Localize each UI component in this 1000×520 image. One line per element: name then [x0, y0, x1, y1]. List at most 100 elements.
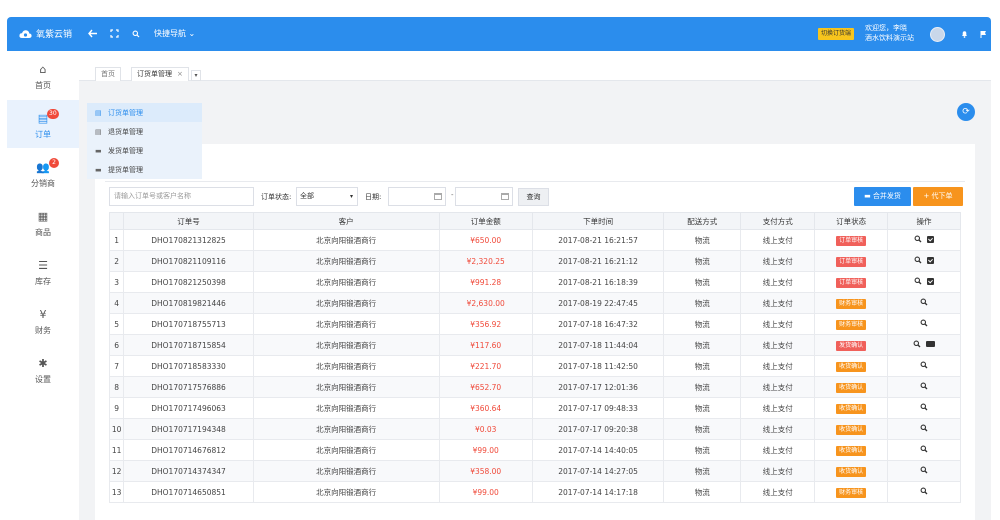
- submenu-item-return-orders[interactable]: ▤ 退货单管理: [87, 122, 202, 141]
- flag-icon[interactable]: [977, 27, 990, 40]
- fullscreen-icon[interactable]: [108, 27, 121, 40]
- quick-nav-menu[interactable]: 快捷导航 ⌄: [154, 28, 195, 39]
- cell-order-no: DHO170714650851: [123, 481, 254, 503]
- cell-delivery: 物流: [663, 271, 742, 293]
- table-row[interactable]: 2 DHO170821109116 北京向阳锻酒商行 ¥2,320.25 2017-08…: [109, 250, 961, 272]
- cell-order-no: DHO170819821446: [123, 292, 254, 314]
- refresh-icon[interactable]: ⟳: [957, 103, 975, 121]
- query-button[interactable]: 查询: [518, 188, 549, 206]
- proxy-order-button[interactable]: + 代下单: [913, 187, 963, 206]
- cell-order-no: DHO170714676812: [123, 439, 254, 461]
- cell-order-time: 2017-07-18 11:42:50: [531, 355, 665, 377]
- tab-dropdown-button[interactable]: ▾: [191, 70, 201, 81]
- tab-home[interactable]: 首页: [95, 67, 121, 81]
- sidebar-item-inventory[interactable]: ☰ 库存: [7, 247, 79, 295]
- back-arrow-icon[interactable]: [86, 27, 99, 40]
- table-row[interactable]: 7 DHO170718583330 北京向阳锻酒商行 ¥221.70 2017-07-1…: [109, 355, 961, 377]
- order-icon: ▤: [37, 112, 49, 125]
- view-search-icon[interactable]: [920, 361, 928, 369]
- sidebar-item-settings[interactable]: ✱ 设置: [7, 345, 79, 393]
- brand-logo[interactable]: 氧紫云销: [19, 27, 72, 40]
- cell-status: 收货确认: [814, 355, 889, 377]
- sidebar-item-finance[interactable]: ¥ 财务: [7, 296, 79, 344]
- cell-amount: ¥117.60: [438, 334, 533, 356]
- status-filter-label: 订单状态:: [261, 193, 292, 201]
- table-row[interactable]: 10 DHO170717194348 北京向阳锻酒商行 ¥0.03 2017-07-17…: [109, 418, 961, 440]
- search-input[interactable]: 请输入订单号或客户名称: [109, 187, 254, 206]
- view-search-icon[interactable]: [920, 445, 928, 453]
- status-badge: 财务审核: [836, 319, 867, 330]
- view-search-icon[interactable]: [920, 487, 928, 495]
- table-row[interactable]: 3 DHO170821250398 北京向阳锻酒商行 ¥991.28 2017-08-2…: [109, 271, 961, 293]
- cell-actions: [887, 271, 961, 293]
- table-row[interactable]: 8 DHO170717576886 北京向阳锻酒商行 ¥652.70 2017-07-1…: [109, 376, 961, 398]
- close-icon[interactable]: ×: [177, 70, 183, 78]
- cell-customer: 北京向阳锻酒商行: [252, 229, 440, 251]
- cell-status: 收货确认: [814, 418, 889, 440]
- sidebar-item-goods[interactable]: ▦ 商品: [7, 198, 79, 246]
- orders-count-badge: 30: [47, 109, 59, 119]
- cell-order-time: 2017-08-19 22:47:45: [531, 292, 665, 314]
- cell-index: 10: [109, 418, 125, 440]
- start-date-input[interactable]: [388, 187, 446, 206]
- view-search-icon[interactable]: [913, 340, 921, 348]
- tab-order-management[interactable]: 订货单管理 ×: [131, 67, 189, 81]
- finance-icon: ¥: [39, 308, 47, 321]
- table-header-row: 订单号 客户 订单金额 下单时间 配送方式 支付方式 订单状态 操作: [109, 212, 961, 230]
- table-row[interactable]: 4 DHO170819821446 北京向阳锻酒商行 ¥2,630.00 2017-08…: [109, 292, 961, 314]
- status-select[interactable]: 全部 ▾: [296, 187, 358, 206]
- view-search-icon[interactable]: [920, 298, 928, 306]
- status-badge: 订单审核: [836, 277, 867, 288]
- cell-payment: 线上支付: [740, 229, 816, 251]
- view-search-icon[interactable]: [914, 256, 922, 264]
- view-search-icon[interactable]: [920, 424, 928, 432]
- table-row[interactable]: 5 DHO170718755713 北京向阳锻酒商行 ¥356.92 2017-07-1…: [109, 313, 961, 335]
- merge-ship-button[interactable]: ▬ 合并发货: [854, 187, 911, 206]
- view-search-icon[interactable]: [920, 466, 928, 474]
- cell-delivery: 物流: [663, 229, 742, 251]
- cell-payment: 线上支付: [740, 460, 816, 482]
- bell-icon[interactable]: [958, 27, 971, 40]
- table-row[interactable]: 9 DHO170717496063 北京向阳锻酒商行 ¥360.64 2017-07-1…: [109, 397, 961, 419]
- status-select-value: 全部: [300, 192, 314, 200]
- view-search-icon[interactable]: [920, 319, 928, 327]
- end-date-input[interactable]: [455, 187, 513, 206]
- cell-order-time: 2017-07-14 14:27:05: [531, 460, 665, 482]
- cell-index: 1: [109, 229, 125, 251]
- view-search-icon[interactable]: [920, 403, 928, 411]
- cell-customer: 北京向阳锻酒商行: [252, 292, 440, 314]
- ship-truck-icon[interactable]: [926, 341, 936, 347]
- cell-actions: [887, 292, 961, 314]
- cell-index: 13: [109, 481, 125, 503]
- cell-index: 2: [109, 250, 125, 272]
- approve-check-icon[interactable]: [927, 235, 935, 243]
- sidebar-item-distributors[interactable]: 👥 分销商 2: [7, 149, 79, 197]
- sidebar-item-orders[interactable]: ▤ 订单 30: [7, 100, 79, 148]
- view-search-icon[interactable]: [920, 382, 928, 390]
- submenu-item-purchase-orders[interactable]: ▤ 订货单管理: [87, 103, 202, 122]
- cell-order-time: 2017-07-17 12:01:36: [531, 376, 665, 398]
- truck-icon: ▬: [864, 192, 873, 200]
- table-row[interactable]: 6 DHO170718715854 北京向阳锻酒商行 ¥117.60 2017-07-1…: [109, 334, 961, 356]
- search-icon[interactable]: [129, 27, 142, 40]
- cell-order-time: 2017-07-14 14:40:05: [531, 439, 665, 461]
- approve-check-icon[interactable]: [927, 277, 935, 285]
- switch-ordering-button[interactable]: 切换订货端: [818, 28, 855, 40]
- home-icon: ⌂: [39, 63, 47, 76]
- table-row[interactable]: 12 DHO170714374347 北京向阳锻酒商行 ¥358.00 2017-07-…: [109, 460, 961, 482]
- approve-check-icon[interactable]: [927, 256, 935, 264]
- cell-amount: ¥652.70: [438, 376, 533, 398]
- view-search-icon[interactable]: [914, 235, 922, 243]
- table-row[interactable]: 13 DHO170714650851 北京向阳锻酒商行 ¥99.00 2017-07-1…: [109, 481, 961, 503]
- table-row[interactable]: 11 DHO170714676812 北京向阳锻酒商行 ¥99.00 2017-07-1…: [109, 439, 961, 461]
- table-row[interactable]: 1 DHO170821312825 北京向阳锻酒商行 ¥650.00 2017-08-2…: [109, 229, 961, 251]
- submenu-item-shipping-orders[interactable]: ▬ 发货单管理: [87, 141, 202, 160]
- view-search-icon[interactable]: [914, 277, 922, 285]
- orders-submenu: ▤ 订货单管理 ▤ 退货单管理 ▬ 发货单管理 ▬ 提货单管理: [87, 103, 202, 179]
- submenu-item-pickup-orders[interactable]: ▬ 提货单管理: [87, 160, 202, 179]
- avatar[interactable]: [930, 27, 945, 42]
- cell-delivery: 物流: [663, 439, 742, 461]
- sidebar-item-home[interactable]: ⌂ 首页: [7, 51, 79, 99]
- cell-payment: 线上支付: [740, 376, 816, 398]
- cell-index: 11: [109, 439, 125, 461]
